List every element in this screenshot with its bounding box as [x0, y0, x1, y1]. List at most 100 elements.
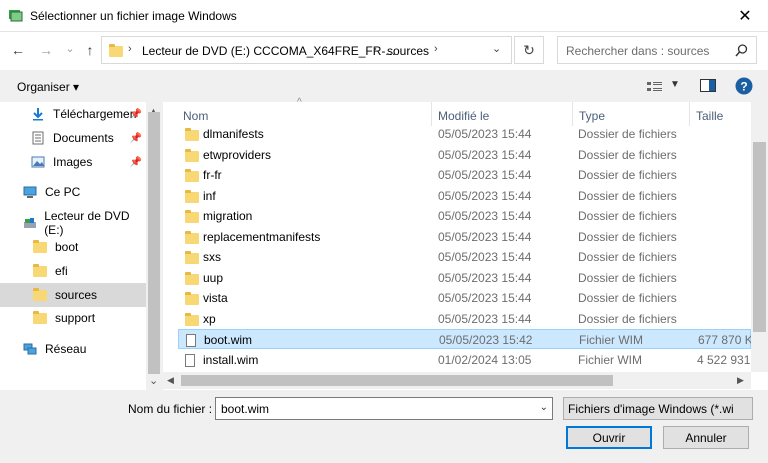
- folder-icon: [185, 128, 199, 141]
- breadcrumb-drive[interactable]: Lecteur de DVD (E:) CCCOMA_X64FRE_FR-...: [142, 44, 395, 58]
- table-row[interactable]: migration 05/05/2023 15:44 Dossier de fich…: [178, 206, 751, 226]
- sidebar-item-support[interactable]: support: [0, 306, 146, 330]
- cell-modified: 05/05/2023 15:44: [438, 291, 532, 305]
- folder-icon: [33, 310, 47, 324]
- cell-modified: 05/05/2023 15:44: [438, 168, 532, 182]
- scroll-down-icon[interactable]: ⌄: [149, 374, 158, 387]
- table-row[interactable]: vista 05/05/2023 15:44 Dossier de fichiers: [178, 288, 751, 308]
- column-header-size[interactable]: Taille: [696, 109, 723, 123]
- scrollbar-thumb[interactable]: [181, 375, 613, 386]
- cell-name: vista: [203, 291, 228, 305]
- sidebar-item-label: Ce PC: [45, 185, 81, 199]
- address-dropdown-icon[interactable]: ⌄: [492, 42, 501, 55]
- toolbar: Organiser ▾ ▼ ?: [0, 71, 768, 102]
- filename-field[interactable]: boot.wim ⌄: [215, 397, 553, 420]
- back-arrow-icon[interactable]: ←: [8, 40, 28, 60]
- cell-type: Dossier de fichiers: [578, 250, 677, 264]
- cell-name: boot.wim: [204, 333, 253, 347]
- sidebar-item-downloads[interactable]: Téléchargemen 📌: [0, 102, 146, 126]
- table-row[interactable]: replacementmanifests 05/05/2023 15:44 Doss…: [178, 227, 751, 247]
- dvd-icon: [24, 218, 36, 228]
- filename-value: boot.wim: [221, 402, 270, 416]
- table-row[interactable]: xp 05/05/2023 15:44 Dossier de fichiers: [178, 309, 751, 329]
- sidebar-item-dvd-drive[interactable]: Lecteur de DVD (E:): [0, 209, 146, 237]
- file-type-filter[interactable]: Fichiers d'image Windows (*.wi: [563, 397, 753, 420]
- cell-modified: 05/05/2023 15:44: [438, 250, 532, 264]
- table-row[interactable]: inf 05/05/2023 15:44 Dossier de fichiers: [178, 186, 751, 206]
- view-dropdown-icon[interactable]: ▼: [670, 79, 680, 90]
- sidebar-item-efi[interactable]: efi: [0, 259, 146, 283]
- file-list-vertical-scrollbar[interactable]: [751, 102, 768, 372]
- cell-modified: 05/05/2023 15:44: [438, 312, 532, 326]
- sidebar-item-label: boot: [55, 240, 79, 254]
- search-placeholder: Rechercher dans : sources: [566, 44, 710, 58]
- address-bar[interactable]: › Lecteur de DVD (E:) CCCOMA_X64FRE_FR-.…: [101, 36, 512, 64]
- cell-modified: 05/05/2023 15:42: [439, 333, 533, 347]
- refresh-button[interactable]: ↻: [514, 36, 544, 64]
- table-row[interactable]: fr-fr 05/05/2023 15:44 Dossier de fichiers: [178, 165, 751, 185]
- cell-name: uup: [203, 271, 224, 285]
- sidebar-item-boot[interactable]: boot: [0, 235, 146, 259]
- preview-pane-icon[interactable]: [700, 79, 717, 93]
- column-header-name[interactable]: Nom: [183, 109, 208, 123]
- app-icon: [9, 10, 23, 22]
- view-options-icon[interactable]: [646, 80, 664, 94]
- column-divider[interactable]: [572, 102, 573, 126]
- sidebar-item-network[interactable]: Réseau: [0, 337, 146, 361]
- sidebar-item-documents[interactable]: Documents 📌: [0, 126, 146, 150]
- table-row[interactable]: etwproviders 05/05/2023 15:44 Dossier de f…: [178, 145, 751, 165]
- search-icon: [735, 44, 748, 57]
- sidebar-item-images[interactable]: Images 📌: [0, 150, 146, 174]
- help-icon[interactable]: ?: [735, 77, 753, 95]
- cell-name: xp: [203, 312, 216, 326]
- cell-name: inf: [203, 189, 216, 203]
- forward-arrow-icon[interactable]: →: [36, 40, 56, 60]
- cancel-button[interactable]: Annuler: [663, 426, 749, 449]
- organize-menu[interactable]: Organiser ▾: [17, 80, 79, 94]
- cell-type: Fichier WIM: [579, 333, 643, 347]
- sidebar-item-label: Documents: [53, 131, 114, 145]
- scrollbar-thumb[interactable]: [148, 112, 160, 374]
- table-row[interactable]: boot.wim 05/05/2023 15:42 Fichier WIM 677 8…: [178, 329, 753, 349]
- open-button[interactable]: Ouvrir: [566, 426, 652, 449]
- sidebar-item-label: Téléchargemen: [53, 107, 137, 121]
- column-header-type[interactable]: Type: [579, 109, 605, 123]
- column-divider[interactable]: [689, 102, 690, 126]
- sidebar-item-label: efi: [55, 264, 68, 278]
- window-title: Sélectionner un fichier image Windows: [30, 9, 237, 23]
- filename-label: Nom du fichier :: [128, 402, 213, 416]
- sidebar-item-this-pc[interactable]: Ce PC: [0, 180, 146, 204]
- table-row[interactable]: dlmanifests 05/05/2023 15:44 Dossier de fi…: [178, 124, 751, 144]
- column-divider[interactable]: [431, 102, 432, 126]
- cell-modified: 05/05/2023 15:44: [438, 148, 532, 162]
- scroll-right-icon[interactable]: ▶: [737, 375, 744, 386]
- folder-icon: [185, 251, 199, 264]
- cell-name: migration: [203, 209, 253, 223]
- chevron-down-icon[interactable]: ⌄: [540, 402, 548, 413]
- up-arrow-icon[interactable]: ↑: [80, 40, 100, 60]
- cell-name: fr-fr: [203, 168, 222, 182]
- cell-type: Dossier de fichiers: [578, 271, 677, 285]
- scroll-left-icon[interactable]: ◀: [167, 375, 174, 386]
- cell-name: replacementmanifests: [203, 230, 321, 244]
- table-row[interactable]: uup 05/05/2023 15:44 Dossier de fichiers: [178, 268, 751, 288]
- column-header-modified[interactable]: Modifié le: [438, 109, 489, 123]
- sidebar-item-sources[interactable]: sources: [0, 283, 146, 307]
- svg-text:?: ?: [740, 80, 747, 94]
- table-row[interactable]: install.wim 01/02/2024 13:05 Fichier WIM 4 …: [178, 350, 762, 370]
- table-row[interactable]: sxs 05/05/2023 15:44 Dossier de fichiers: [178, 247, 751, 267]
- search-input[interactable]: Rechercher dans : sources: [557, 36, 757, 64]
- documents-icon: [32, 131, 44, 145]
- images-icon: [31, 156, 45, 168]
- folder-icon: [185, 313, 199, 326]
- history-dropdown-icon[interactable]: ⌄: [60, 38, 80, 58]
- scrollbar-thumb[interactable]: [753, 142, 766, 332]
- breadcrumb-sources[interactable]: sources: [387, 44, 429, 58]
- close-button[interactable]: ✕: [722, 0, 768, 31]
- sidebar-scrollbar[interactable]: ▲ ⌄: [146, 102, 162, 390]
- cell-modified: 05/05/2023 15:44: [438, 209, 532, 223]
- folder-icon: [185, 169, 199, 182]
- sidebar-item-label: Lecteur de DVD (E:): [44, 209, 130, 237]
- file-list-horizontal-scrollbar[interactable]: ◀ ▶: [163, 372, 751, 389]
- sidebar-item-label: sources: [55, 288, 98, 302]
